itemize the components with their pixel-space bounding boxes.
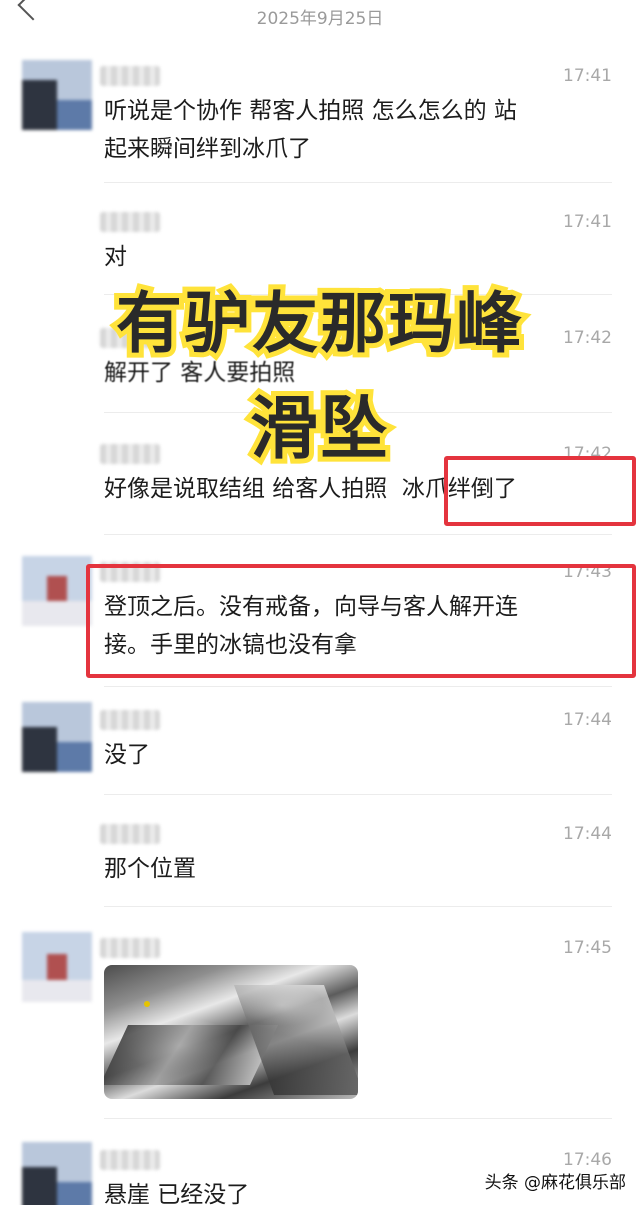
divider: [104, 1118, 612, 1119]
overlay-title-line1: 有驴友那玛峰: [111, 280, 527, 367]
message-text: 没了: [104, 742, 150, 768]
message-time: 17:45: [563, 938, 612, 958]
divider: [104, 182, 612, 183]
message-time: 17:41: [563, 212, 612, 232]
date-header: 2025年9月25日: [256, 9, 384, 29]
watermark: 头条 @麻花俱乐部: [484, 1173, 626, 1193]
avatar[interactable]: [22, 60, 92, 130]
sender-name-blurred: [100, 66, 160, 86]
sender-name-blurred: [100, 710, 160, 730]
message-time: 17:44: [563, 824, 612, 844]
message-time: 17:44: [563, 710, 612, 730]
avatar[interactable]: [22, 556, 92, 626]
sender-name-blurred: [100, 938, 160, 958]
sender-name-blurred: [100, 1150, 160, 1170]
divider: [104, 794, 612, 795]
sender-name-blurred: [100, 824, 160, 844]
avatar[interactable]: [22, 702, 92, 772]
divider: [104, 534, 612, 535]
avatar[interactable]: [22, 1142, 92, 1205]
message-text: 对: [104, 244, 127, 270]
avatar[interactable]: [22, 932, 92, 1002]
message-text: 听说是个协作 帮客人拍照 怎么怎么的 站 起来瞬间绊到冰爪了: [104, 98, 517, 162]
message-time: 17:46: [563, 1150, 612, 1170]
highlight-box: [86, 564, 636, 678]
sender-name-blurred: [100, 212, 160, 232]
location-marker-icon: [144, 1001, 150, 1007]
overlay-title-line2: 滑坠: [245, 385, 393, 474]
mountain-photo-thumbnail[interactable]: [104, 965, 358, 1099]
divider: [104, 906, 612, 907]
divider: [104, 686, 612, 687]
message-time: 17:41: [563, 66, 612, 86]
message-text: 那个位置: [104, 856, 196, 882]
